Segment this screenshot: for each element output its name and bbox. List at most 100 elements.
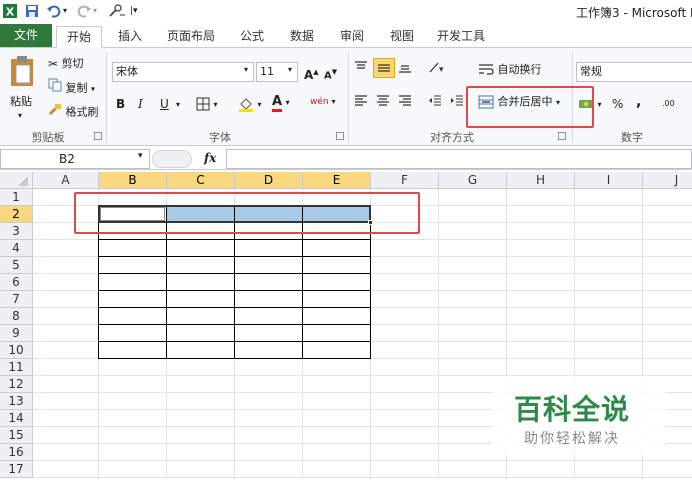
cell-J10[interactable] bbox=[643, 342, 692, 359]
cell-D9[interactable] bbox=[235, 325, 303, 342]
cell-G8[interactable] bbox=[439, 308, 507, 325]
underline-button[interactable]: U bbox=[160, 94, 169, 114]
cell-A6[interactable] bbox=[33, 274, 99, 291]
bold-button[interactable]: B bbox=[116, 94, 125, 114]
cell-F6[interactable] bbox=[371, 274, 439, 291]
cell-J1[interactable] bbox=[643, 189, 692, 206]
cell-B6[interactable] bbox=[99, 274, 167, 291]
column-header[interactable]: F bbox=[371, 172, 439, 189]
column-header[interactable]: E bbox=[303, 172, 371, 189]
column-header[interactable]: C bbox=[167, 172, 235, 189]
cell-B14[interactable] bbox=[99, 410, 167, 427]
row-header[interactable]: 11 bbox=[0, 359, 33, 376]
cell-B9[interactable] bbox=[99, 325, 167, 342]
italic-button[interactable]: I bbox=[138, 94, 143, 114]
cell-B15[interactable] bbox=[99, 427, 167, 444]
row-header[interactable]: 14 bbox=[0, 410, 33, 427]
cell-I2[interactable] bbox=[575, 206, 643, 223]
cell-G3[interactable] bbox=[439, 223, 507, 240]
cell-E17[interactable] bbox=[303, 461, 371, 478]
cell-A7[interactable] bbox=[33, 291, 99, 308]
decrease-indent-button[interactable] bbox=[428, 94, 442, 114]
cell-F5[interactable] bbox=[371, 257, 439, 274]
row-header[interactable]: 10 bbox=[0, 342, 33, 359]
cell-E11[interactable] bbox=[303, 359, 371, 376]
cell-F10[interactable] bbox=[371, 342, 439, 359]
cell-B7[interactable] bbox=[99, 291, 167, 308]
cell-F4[interactable] bbox=[371, 240, 439, 257]
cell-G1[interactable] bbox=[439, 189, 507, 206]
cell-A9[interactable] bbox=[33, 325, 99, 342]
cell-J17[interactable] bbox=[643, 461, 692, 478]
cell-E12[interactable] bbox=[303, 376, 371, 393]
paste-button[interactable]: 粘贴 ▾ bbox=[6, 54, 38, 120]
percent-button[interactable]: % bbox=[612, 94, 623, 114]
cell-G4[interactable] bbox=[439, 240, 507, 257]
cell-C13[interactable] bbox=[167, 393, 235, 410]
redo-icon[interactable] bbox=[76, 3, 92, 19]
column-header[interactable]: I bbox=[575, 172, 643, 189]
cell-J8[interactable] bbox=[643, 308, 692, 325]
cell-F7[interactable] bbox=[371, 291, 439, 308]
cell-B10[interactable] bbox=[99, 342, 167, 359]
cell-B4[interactable] bbox=[99, 240, 167, 257]
cell-J11[interactable] bbox=[643, 359, 692, 376]
row-header[interactable]: 3 bbox=[0, 223, 33, 240]
row-header[interactable]: 7 bbox=[0, 291, 33, 308]
align-middle-button[interactable] bbox=[373, 58, 395, 78]
cell-E5[interactable] bbox=[303, 257, 371, 274]
cell-I10[interactable] bbox=[575, 342, 643, 359]
tab-data[interactable]: 数据 bbox=[282, 26, 322, 48]
cell-A10[interactable] bbox=[33, 342, 99, 359]
underline-dropdown-icon[interactable]: ▾ bbox=[176, 100, 180, 109]
cell-D6[interactable] bbox=[235, 274, 303, 291]
cell-F15[interactable] bbox=[371, 427, 439, 444]
cell-I5[interactable] bbox=[575, 257, 643, 274]
cell-J9[interactable] bbox=[643, 325, 692, 342]
undo-dropdown-icon[interactable]: ▾ bbox=[63, 3, 71, 19]
cell-G17[interactable] bbox=[439, 461, 507, 478]
align-left-button[interactable] bbox=[354, 94, 368, 114]
save-icon[interactable] bbox=[24, 3, 40, 19]
row-header[interactable]: 1 bbox=[0, 189, 33, 206]
cell-D13[interactable] bbox=[235, 393, 303, 410]
cell-H3[interactable] bbox=[507, 223, 575, 240]
row-header[interactable]: 13 bbox=[0, 393, 33, 410]
phonetic-button[interactable]: wén ▾ bbox=[310, 92, 336, 112]
column-header[interactable]: B bbox=[99, 172, 167, 189]
cell-A13[interactable] bbox=[33, 393, 99, 410]
row-header[interactable]: 2 bbox=[0, 206, 33, 223]
cell-B8[interactable] bbox=[99, 308, 167, 325]
cell-D5[interactable] bbox=[235, 257, 303, 274]
cut-button[interactable]: ✂ 剪切 bbox=[48, 54, 84, 74]
align-bottom-button[interactable] bbox=[398, 60, 412, 80]
cell-H17[interactable] bbox=[507, 461, 575, 478]
align-top-button[interactable] bbox=[354, 60, 368, 80]
cell-G11[interactable] bbox=[439, 359, 507, 376]
cell-E15[interactable] bbox=[303, 427, 371, 444]
cell-I3[interactable] bbox=[575, 223, 643, 240]
cell-E10[interactable] bbox=[303, 342, 371, 359]
cell-F14[interactable] bbox=[371, 410, 439, 427]
cell-J3[interactable] bbox=[643, 223, 692, 240]
cell-C11[interactable] bbox=[167, 359, 235, 376]
quick-access-dropdown-icon[interactable]: |▾ bbox=[130, 3, 140, 19]
cell-F8[interactable] bbox=[371, 308, 439, 325]
tab-file[interactable]: 文件 bbox=[0, 24, 52, 47]
cell-A14[interactable] bbox=[33, 410, 99, 427]
cell-G9[interactable] bbox=[439, 325, 507, 342]
tab-developer[interactable]: 开发工具 bbox=[432, 26, 490, 48]
cell-B17[interactable] bbox=[99, 461, 167, 478]
row-header[interactable]: 17 bbox=[0, 461, 33, 478]
cell-C8[interactable] bbox=[167, 308, 235, 325]
cell-D8[interactable] bbox=[235, 308, 303, 325]
row-header[interactable]: 16 bbox=[0, 444, 33, 461]
cell-D4[interactable] bbox=[235, 240, 303, 257]
cell-C14[interactable] bbox=[167, 410, 235, 427]
formula-input[interactable] bbox=[226, 149, 692, 169]
cell-E16[interactable] bbox=[303, 444, 371, 461]
tab-view[interactable]: 视图 bbox=[382, 26, 422, 48]
align-right-button[interactable] bbox=[398, 94, 412, 114]
name-box-dropdown-icon[interactable]: ▾ bbox=[138, 151, 143, 161]
cell-I4[interactable] bbox=[575, 240, 643, 257]
